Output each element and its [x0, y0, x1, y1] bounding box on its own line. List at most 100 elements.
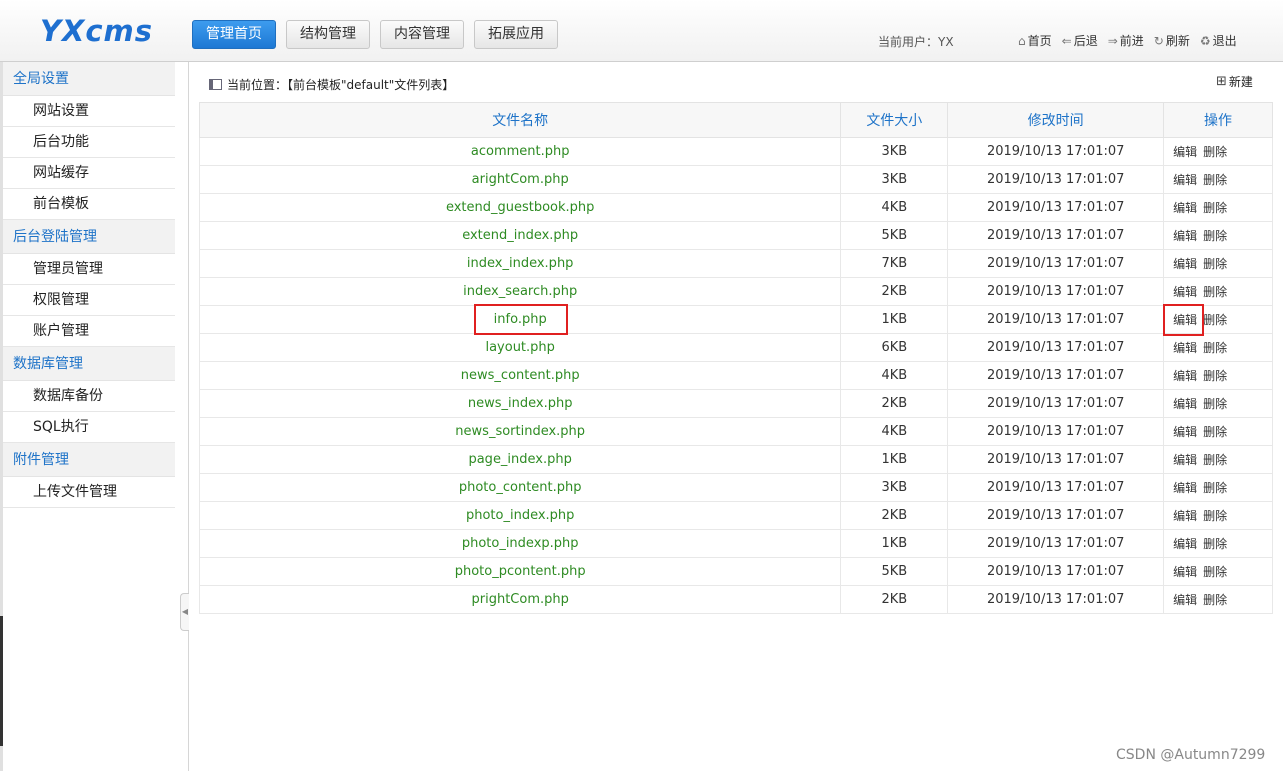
file-link[interactable]: photo_pcontent.php	[455, 564, 586, 579]
edit-link[interactable]: 编辑	[1173, 481, 1197, 495]
modified-time-cell: 2019/10/13 17:01:07	[947, 361, 1165, 390]
delete-link[interactable]: 删除	[1203, 509, 1227, 523]
file-size-cell: 3KB	[840, 137, 949, 166]
edit-link[interactable]: 编辑	[1173, 425, 1197, 439]
modified-time-cell: 2019/10/13 17:01:07	[947, 557, 1165, 586]
edit-link[interactable]: 编辑	[1173, 341, 1197, 355]
edit-link[interactable]: 编辑	[1173, 201, 1197, 215]
file-size-cell: 7KB	[840, 249, 949, 278]
delete-link[interactable]: 删除	[1203, 201, 1227, 215]
sidebar-item-admin-management[interactable]: 管理员管理	[3, 254, 175, 285]
sidebar-item-upload-files[interactable]: 上传文件管理	[3, 477, 175, 508]
file-link[interactable]: page_index.php	[468, 452, 571, 467]
sidebar-collapse-toggle[interactable]: ◀	[180, 593, 189, 631]
actions-cell: 编辑 删除	[1163, 165, 1273, 194]
file-link[interactable]: index_index.php	[467, 256, 574, 271]
delete-link[interactable]: 删除	[1203, 565, 1227, 579]
file-link[interactable]: layout.php	[485, 340, 554, 355]
tab-content[interactable]: 内容管理	[380, 20, 464, 49]
refresh-link[interactable]: ↻ 刷新	[1154, 32, 1190, 49]
file-name-cell: index_search.php	[198, 277, 842, 306]
sidebar-item-sql-exec[interactable]: SQL执行	[3, 412, 175, 443]
logout-label: 退出	[1212, 34, 1237, 48]
actions-cell: 编辑 删除	[1163, 557, 1273, 586]
file-link[interactable]: photo_indexp.php	[462, 536, 579, 551]
edit-link[interactable]: 编辑	[1173, 173, 1197, 187]
file-link[interactable]: acomment.php	[471, 144, 570, 159]
file-link[interactable]: extend_index.php	[462, 228, 578, 243]
file-name-cell: prightCom.php	[198, 585, 842, 614]
home-link[interactable]: ⌂ 首页	[1018, 32, 1052, 49]
sidebar-group-database[interactable]: 数据库管理	[3, 347, 175, 381]
edit-link[interactable]: 编辑	[1173, 145, 1197, 159]
file-link[interactable]: news_content.php	[461, 368, 580, 383]
file-name-cell: photo_content.php	[198, 473, 842, 502]
home-label: 首页	[1027, 34, 1052, 48]
back-label: 后退	[1073, 34, 1098, 48]
sidebar-item-site-settings[interactable]: 网站设置	[3, 96, 175, 127]
edit-link[interactable]: 编辑	[1173, 593, 1197, 607]
delete-link[interactable]: 删除	[1203, 257, 1227, 271]
tab-extensions[interactable]: 拓展应用	[474, 20, 558, 49]
edit-link[interactable]: 编辑	[1173, 453, 1197, 467]
actions-cell: 编辑 删除	[1163, 529, 1273, 558]
file-link[interactable]: news_sortindex.php	[455, 424, 585, 439]
table-row: news_content.php 4KB 2019/10/13 17:01:07 编辑…	[198, 361, 1273, 390]
delete-link[interactable]: 删除	[1203, 537, 1227, 551]
file-link[interactable]: photo_content.php	[459, 480, 582, 495]
new-file-label: 新建	[1228, 75, 1253, 89]
delete-link[interactable]: 删除	[1203, 397, 1227, 411]
edit-link[interactable]: 编辑	[1173, 313, 1197, 327]
delete-link[interactable]: 删除	[1203, 593, 1227, 607]
file-link[interactable]: extend_guestbook.php	[446, 200, 594, 215]
sidebar-group-global-settings[interactable]: 全局设置	[3, 62, 175, 96]
edit-link[interactable]: 编辑	[1173, 537, 1197, 551]
file-link[interactable]: news_index.php	[468, 396, 573, 411]
file-link[interactable]: info.php	[494, 312, 547, 327]
delete-link[interactable]: 删除	[1203, 313, 1227, 327]
actions-cell: 编辑 删除	[1163, 417, 1273, 446]
sidebar-item-permissions[interactable]: 权限管理	[3, 285, 175, 316]
file-link[interactable]: index_search.php	[463, 284, 577, 299]
file-link[interactable]: prightCom.php	[472, 592, 569, 607]
edit-link[interactable]: 编辑	[1173, 509, 1197, 523]
modified-time-cell: 2019/10/13 17:01:07	[947, 585, 1165, 614]
edit-link[interactable]: 编辑	[1173, 565, 1197, 579]
file-name-cell: extend_index.php	[198, 221, 842, 250]
delete-link[interactable]: 删除	[1203, 145, 1227, 159]
sidebar: 全局设置 网站设置 后台功能 网站缓存 前台模板 后台登陆管理 管理员管理 权限…	[3, 62, 175, 771]
delete-link[interactable]: 删除	[1203, 229, 1227, 243]
sidebar-item-backend-functions[interactable]: 后台功能	[3, 127, 175, 158]
sidebar-item-db-backup[interactable]: 数据库备份	[3, 381, 175, 412]
forward-link[interactable]: ⇒ 前进	[1108, 32, 1144, 49]
delete-link[interactable]: 删除	[1203, 369, 1227, 383]
file-link[interactable]: arightCom.php	[472, 172, 569, 187]
file-size-cell: 3KB	[840, 473, 949, 502]
sidebar-item-site-cache[interactable]: 网站缓存	[3, 158, 175, 189]
file-link[interactable]: photo_index.php	[466, 508, 574, 523]
sidebar-item-accounts[interactable]: 账户管理	[3, 316, 175, 347]
edit-link[interactable]: 编辑	[1173, 257, 1197, 271]
logout-link[interactable]: ♻ 退出	[1200, 32, 1237, 49]
edit-link[interactable]: 编辑	[1173, 229, 1197, 243]
back-link[interactable]: ⇐ 后退	[1062, 32, 1098, 49]
current-user: 当前用户：YX	[878, 35, 954, 49]
edit-link[interactable]: 编辑	[1173, 285, 1197, 299]
delete-link[interactable]: 删除	[1203, 285, 1227, 299]
delete-link[interactable]: 删除	[1203, 341, 1227, 355]
edit-link[interactable]: 编辑	[1173, 369, 1197, 383]
sidebar-group-login-management[interactable]: 后台登陆管理	[3, 220, 175, 254]
modified-time-cell: 2019/10/13 17:01:07	[947, 417, 1165, 446]
edit-link[interactable]: 编辑	[1173, 397, 1197, 411]
new-file-button[interactable]: ⊞ 新建	[1216, 73, 1253, 90]
delete-link[interactable]: 删除	[1203, 453, 1227, 467]
sidebar-group-attachments[interactable]: 附件管理	[3, 443, 175, 477]
delete-link[interactable]: 删除	[1203, 425, 1227, 439]
tab-admin-home[interactable]: 管理首页	[192, 20, 276, 49]
delete-link[interactable]: 删除	[1203, 173, 1227, 187]
tab-structure[interactable]: 结构管理	[286, 20, 370, 49]
sidebar-item-frontend-templates[interactable]: 前台模板	[3, 189, 175, 220]
file-name-cell: photo_indexp.php	[198, 529, 842, 558]
delete-link[interactable]: 删除	[1203, 481, 1227, 495]
refresh-icon: ↻	[1153, 33, 1164, 48]
